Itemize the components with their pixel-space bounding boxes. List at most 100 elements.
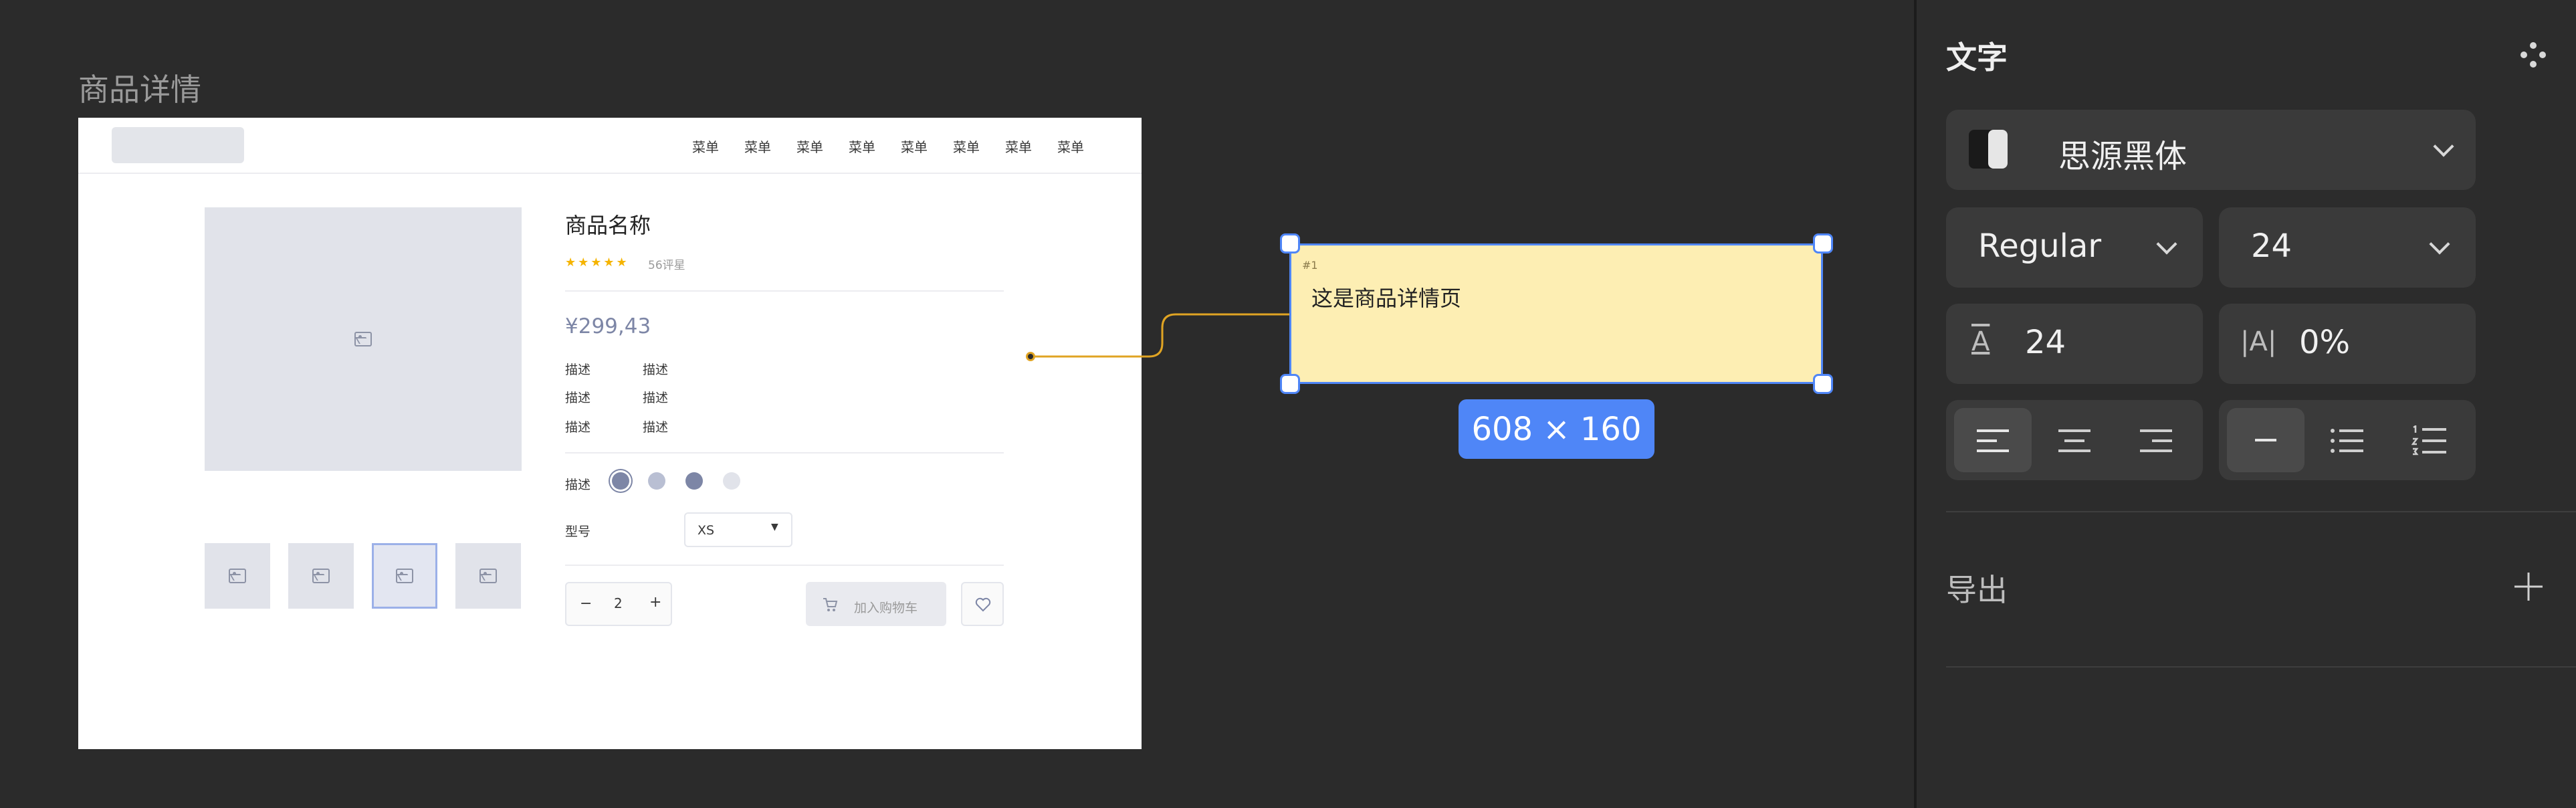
desc-label: 描述 <box>565 420 591 435</box>
model-value: XS <box>697 523 715 538</box>
bullet-list-button[interactable] <box>2309 408 2386 472</box>
font-weight-value: Regular <box>1978 227 2102 265</box>
align-left-icon <box>1977 429 2009 452</box>
align-right-button[interactable] <box>2117 408 2195 472</box>
numbered-list-button[interactable] <box>2390 408 2468 472</box>
thumbnail[interactable] <box>288 543 354 609</box>
wireframe-nav-bar: 菜单 菜单 菜单 菜单 菜单 菜单 菜单 菜单 <box>78 118 1142 174</box>
no-list-icon <box>2255 439 2276 441</box>
resize-handle-bottom-right[interactable] <box>1813 374 1833 394</box>
bullet-list-icon <box>2331 429 2363 453</box>
add-to-cart-button[interactable]: 加入购物车 <box>806 582 946 626</box>
desc-label: 描述 <box>565 363 591 377</box>
annotation-note[interactable]: #1 这是商品详情页 <box>1289 243 1823 384</box>
menu-item[interactable]: 菜单 <box>849 136 875 156</box>
divider <box>565 565 1004 566</box>
resize-handle-bottom-left[interactable] <box>1280 374 1300 394</box>
desc-label: 描述 <box>565 391 591 405</box>
desc-value: 描述 <box>643 420 669 435</box>
color-label: 描述 <box>565 478 591 492</box>
model-select[interactable]: XS ▼ <box>684 512 792 547</box>
main-product-image <box>205 207 522 471</box>
add-export-icon[interactable] <box>2512 570 2545 603</box>
divider <box>565 290 1004 292</box>
numbered-list-icon <box>2411 425 2446 456</box>
thumbnail[interactable] <box>455 543 521 609</box>
connector-line <box>1031 313 1291 358</box>
rating-stars: ★★★★★ <box>565 256 629 270</box>
list-none-button[interactable] <box>2227 408 2304 472</box>
menu-item[interactable]: 菜单 <box>1005 136 1032 156</box>
divider <box>565 452 1004 453</box>
note-badge: #1 <box>1302 259 1318 272</box>
color-swatch[interactable] <box>685 472 703 490</box>
image-icon <box>479 569 497 583</box>
heart-icon <box>975 597 991 612</box>
font-size-select[interactable]: 24 <box>2219 207 2476 288</box>
component-icon[interactable] <box>2518 40 2548 70</box>
resize-handle-top-right[interactable] <box>1813 233 1833 254</box>
desc-value: 描述 <box>643 363 669 377</box>
line-height-field[interactable]: A 24 <box>1946 304 2203 384</box>
text-align-group <box>1946 400 2203 480</box>
list-style-group <box>2219 400 2476 480</box>
color-swatch[interactable] <box>723 472 740 490</box>
chevron-down-icon <box>2433 136 2454 157</box>
menu-item[interactable]: 菜单 <box>953 136 980 156</box>
chevron-down-icon <box>2156 233 2177 255</box>
menu-item[interactable]: 菜单 <box>796 136 823 156</box>
letter-spacing-value: 0% <box>2299 324 2351 361</box>
color-swatch-selected[interactable] <box>612 472 629 490</box>
inspector-panel: 文字 思源黑体 Regular 24 A 24 |A| 0% 导出 <box>1914 0 2576 808</box>
frame-title[interactable]: 商品详情 <box>78 66 201 110</box>
resize-handle-top-left[interactable] <box>1280 233 1300 254</box>
letter-spacing-field[interactable]: |A| 0% <box>2219 304 2476 384</box>
image-icon <box>396 569 413 583</box>
font-size-value: 24 <box>2251 227 2292 265</box>
review-count: 56评星 <box>648 259 685 272</box>
align-left-button[interactable] <box>1954 408 2032 472</box>
note-text[interactable]: 这是商品详情页 <box>1311 282 1461 312</box>
menu-item[interactable]: 菜单 <box>901 136 928 156</box>
export-section-title: 导出 <box>1946 572 2008 608</box>
font-weight-select[interactable]: Regular <box>1946 207 2203 288</box>
letter-spacing-icon: |A| <box>2240 326 2277 357</box>
size-badge: 608 × 160 <box>1459 399 1654 459</box>
wireframe-artboard[interactable]: 菜单 菜单 菜单 菜单 菜单 菜单 菜单 菜单 商品名称 ★★★★★ 56评星 … <box>78 118 1142 749</box>
plus-button[interactable]: + <box>649 594 661 611</box>
caret-down-icon: ▼ <box>771 522 778 532</box>
color-swatch[interactable] <box>648 472 665 490</box>
section-divider <box>1946 666 2576 668</box>
section-divider <box>1946 511 2576 512</box>
image-icon <box>312 569 330 583</box>
favorite-button[interactable] <box>961 582 1004 626</box>
add-to-cart-label: 加入购物车 <box>854 601 918 615</box>
model-label: 型号 <box>565 524 591 539</box>
product-name: 商品名称 <box>565 213 651 238</box>
image-icon <box>354 332 372 346</box>
menu-item[interactable]: 菜单 <box>692 136 719 156</box>
line-height-value: 24 <box>2025 324 2066 361</box>
logo-placeholder <box>112 127 244 163</box>
font-family-value: 思源黑体 <box>2058 138 2187 175</box>
connector-anchor[interactable] <box>1026 352 1035 361</box>
quantity-value: 2 <box>614 595 623 611</box>
minus-button[interactable]: − <box>580 595 592 612</box>
align-right-icon <box>2140 429 2172 452</box>
line-height-icon: A <box>1971 326 1990 357</box>
image-icon <box>229 569 246 583</box>
thumbnail-selected[interactable] <box>372 543 437 609</box>
thumbnail[interactable] <box>205 543 270 609</box>
menu-item[interactable]: 菜单 <box>1057 136 1084 156</box>
font-family-select[interactable]: 思源黑体 <box>1946 110 2476 190</box>
align-center-icon <box>2058 429 2090 452</box>
cart-icon <box>823 598 838 611</box>
quantity-stepper[interactable]: − 2 + <box>565 582 672 626</box>
align-center-button[interactable] <box>2036 408 2113 472</box>
product-price: ¥299,43 <box>565 314 651 338</box>
text-section-title: 文字 <box>1946 39 2008 76</box>
menu-item[interactable]: 菜单 <box>744 136 771 156</box>
desc-value: 描述 <box>643 391 669 405</box>
font-style-icon <box>1969 130 2008 169</box>
chevron-down-icon <box>2429 233 2450 255</box>
